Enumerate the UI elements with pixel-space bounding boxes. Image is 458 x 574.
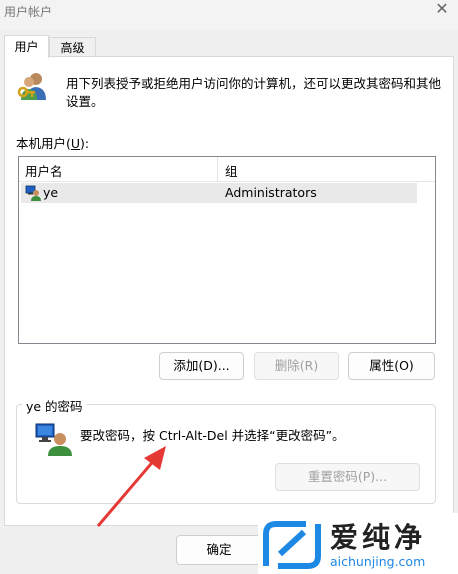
intro-text: 用下列表授予或拒绝用户访问你的计算机，还可以更改其密码和其他设置。 <box>66 76 442 109</box>
user-account-icon <box>25 185 41 201</box>
users-keys-icon <box>17 73 46 100</box>
watermark-logo-icon <box>263 521 321 569</box>
window-title: 用户帐户 <box>4 5 53 19</box>
password-group-title: ye 的密码 <box>22 396 87 415</box>
tab-advanced[interactable]: 高级 <box>49 37 96 57</box>
reset-password-button[interactable]: 重置密码(P)... <box>275 463 420 491</box>
title-bar: 用户帐户 ✕ <box>0 0 458 30</box>
users-listview[interactable]: 用户名 组 ye Administrators <box>18 156 436 344</box>
column-separator[interactable] <box>217 157 218 181</box>
watermark-url: aichunjing.com <box>330 554 426 569</box>
local-users-label: 本机用户(U): <box>16 136 90 151</box>
password-instruction: 要改密码，按 Ctrl-Alt-Del 并选择“更改密码”。 <box>80 428 345 443</box>
computer-user-icon <box>35 423 72 456</box>
column-header-username[interactable]: 用户名 <box>25 161 63 180</box>
user-name-cell: ye <box>43 185 59 200</box>
table-row[interactable]: ye Administrators <box>21 183 417 203</box>
ok-button[interactable]: 确定 <box>176 535 262 565</box>
watermark-title: 爱纯净 <box>330 521 427 554</box>
list-header: 用户名 组 <box>19 157 435 182</box>
user-group-cell: Administrators <box>225 185 317 200</box>
column-header-group[interactable]: 组 <box>225 161 238 180</box>
close-icon[interactable]: ✕ <box>432 0 452 19</box>
tab-users[interactable]: 用户 <box>4 35 49 58</box>
add-button[interactable]: 添加(D)... <box>159 352 244 380</box>
properties-button[interactable]: 属性(O) <box>348 352 435 380</box>
remove-button[interactable]: 删除(R) <box>254 352 339 380</box>
